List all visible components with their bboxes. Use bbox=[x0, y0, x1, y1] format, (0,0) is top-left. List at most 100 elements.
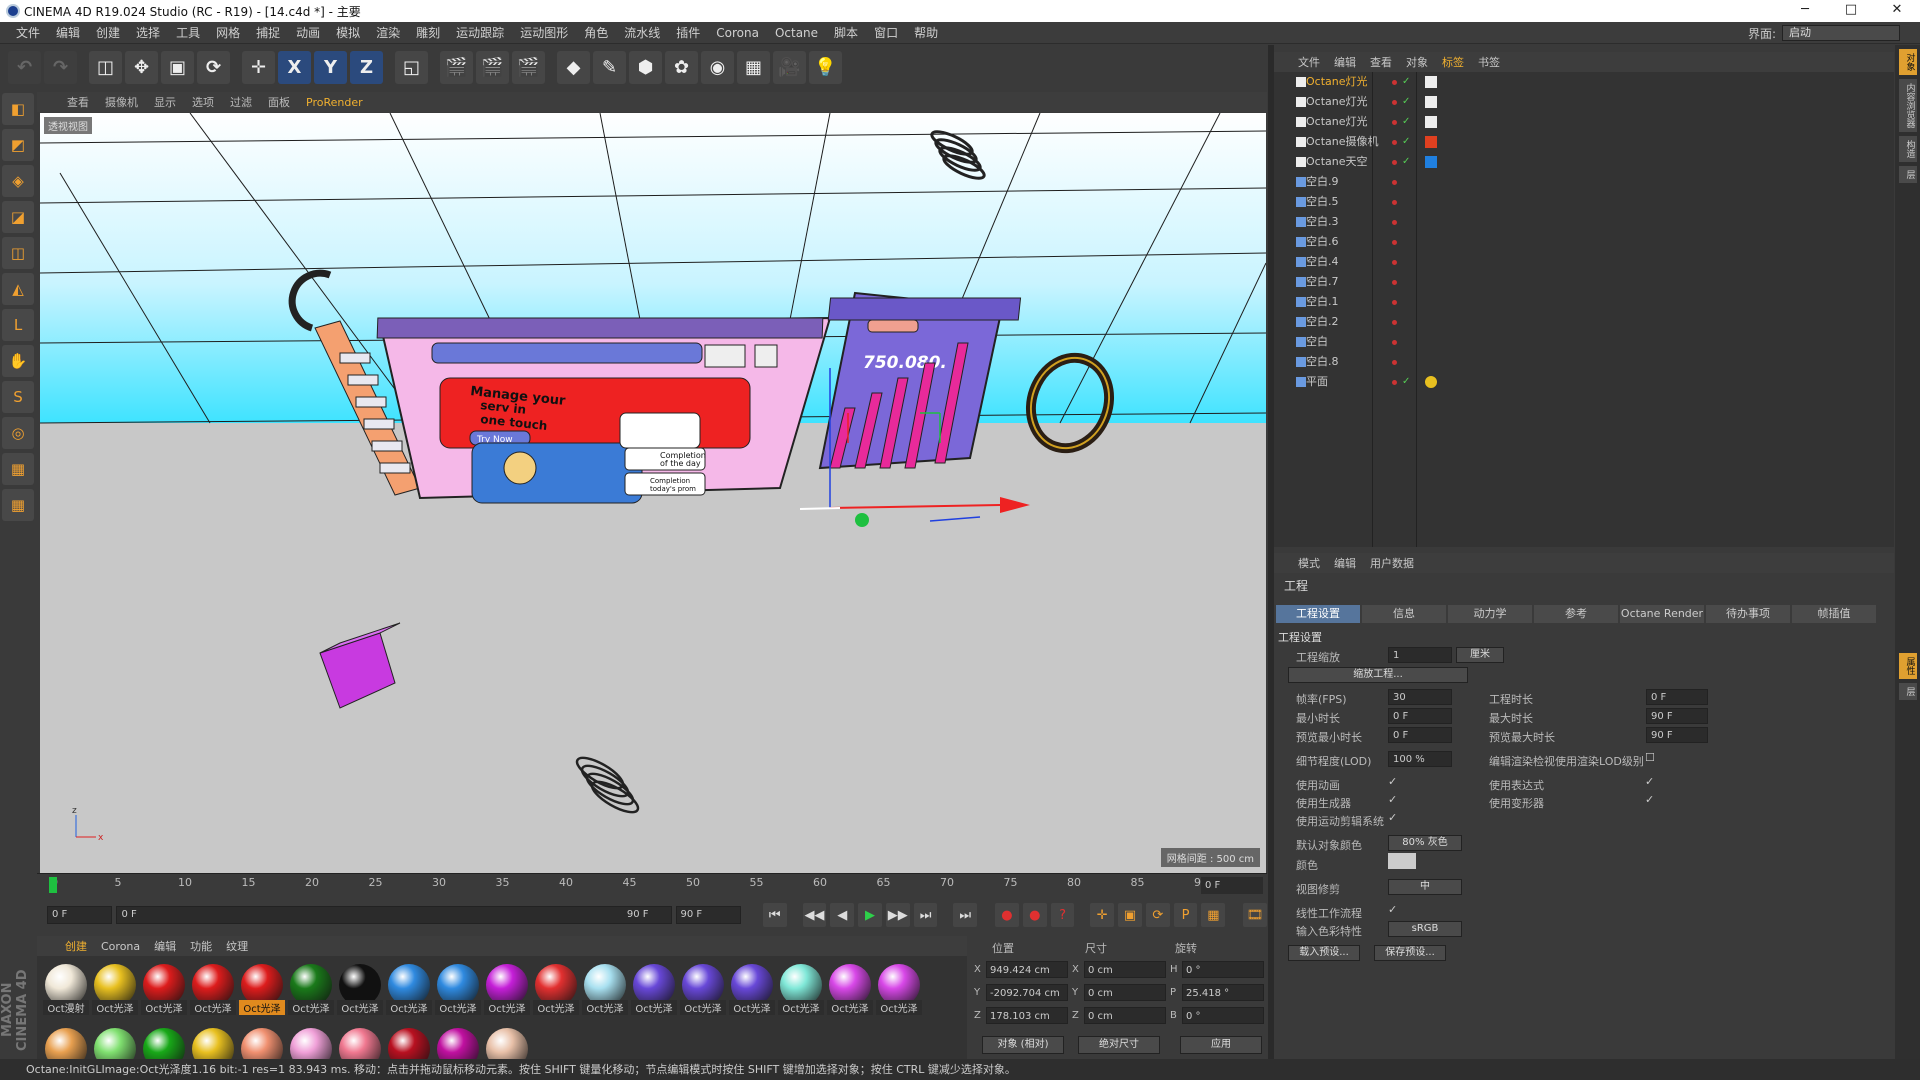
visibility-dot[interactable] bbox=[1392, 220, 1397, 225]
toolbar-button[interactable]: ◫ bbox=[89, 50, 122, 84]
rotation-field[interactable]: 25.418 ° bbox=[1182, 983, 1264, 1001]
playhead[interactable] bbox=[49, 877, 57, 893]
menu-item[interactable]: 运动跟踪 bbox=[448, 22, 512, 44]
material-swatch[interactable]: Oct光泽 bbox=[92, 964, 138, 1015]
size-field[interactable]: 0 cm bbox=[1084, 960, 1166, 978]
visibility-dot[interactable] bbox=[1392, 80, 1397, 85]
material-menu-item[interactable]: Corona bbox=[101, 940, 140, 953]
viewport-menu-item[interactable]: 查看 bbox=[67, 94, 89, 110]
left-tool-button[interactable]: L bbox=[2, 309, 34, 341]
object-menu-item[interactable]: 标签 bbox=[1442, 54, 1464, 70]
apply-button[interactable]: 应用 bbox=[1180, 1036, 1262, 1054]
menu-item[interactable]: 文件 bbox=[8, 22, 48, 44]
attribute-tab[interactable]: 信息 bbox=[1362, 605, 1446, 623]
visibility-dot[interactable] bbox=[1392, 160, 1397, 165]
menu-item[interactable]: 动画 bbox=[288, 22, 328, 44]
attribute-tab[interactable]: 动力学 bbox=[1448, 605, 1532, 623]
toolbar-button[interactable]: 🎥 bbox=[773, 50, 806, 84]
object-row[interactable]: Octane天空 ✓ bbox=[1274, 152, 1894, 172]
key-rotation-button[interactable]: ⟳ bbox=[1145, 903, 1170, 927]
object-row[interactable]: 空白.1 bbox=[1274, 292, 1894, 312]
position-field[interactable]: -2092.704 cm bbox=[986, 983, 1068, 1001]
left-tool-button[interactable]: ◈ bbox=[2, 165, 34, 197]
attribute-tab[interactable]: 待办事项 bbox=[1706, 605, 1790, 623]
visibility-dot[interactable] bbox=[1392, 360, 1397, 365]
attribute-menu-item[interactable]: 编辑 bbox=[1334, 555, 1356, 571]
attribute-menu-item[interactable]: 模式 bbox=[1298, 555, 1320, 571]
material-menu-item[interactable]: 纹理 bbox=[226, 938, 248, 954]
size-field[interactable]: 0 cm bbox=[1084, 983, 1166, 1001]
menu-item[interactable]: 窗口 bbox=[866, 22, 906, 44]
timeline[interactable]: 051015202530354045505560657075808590 0 F bbox=[37, 873, 1267, 897]
attribute-menu-item[interactable]: 用户数据 bbox=[1370, 555, 1414, 571]
material-swatch[interactable]: Oct光泽 bbox=[827, 964, 873, 1015]
toolbar-button[interactable]: 🎬 bbox=[476, 50, 509, 84]
left-tool-button[interactable]: ▦ bbox=[2, 489, 34, 521]
max-time-field[interactable]: 90 F bbox=[1646, 708, 1708, 724]
viewport-menu-item[interactable]: 摄像机 bbox=[105, 94, 138, 110]
material-swatch[interactable]: Oct光泽 bbox=[239, 964, 285, 1015]
object-tag-icon[interactable] bbox=[1424, 95, 1438, 109]
visibility-dot[interactable] bbox=[1392, 140, 1397, 145]
object-row[interactable]: 空白.3 bbox=[1274, 212, 1894, 232]
material-swatch[interactable]: Oct光泽 bbox=[484, 964, 530, 1015]
use-def-checkbox[interactable]: ✓ bbox=[1645, 793, 1654, 806]
material-swatch[interactable]: Oct光泽 bbox=[141, 964, 187, 1015]
viewport[interactable]: Manage your serv in one touch Try Now Co… bbox=[40, 113, 1266, 873]
material-swatch[interactable]: Oct光泽 bbox=[533, 964, 579, 1015]
toolbar-button[interactable]: X bbox=[278, 50, 311, 84]
visibility-dot[interactable] bbox=[1392, 200, 1397, 205]
material-tag-icon[interactable] bbox=[1424, 375, 1438, 389]
use-motion-checkbox[interactable]: ✓ bbox=[1388, 811, 1397, 824]
menu-item[interactable]: 创建 bbox=[88, 22, 128, 44]
left-tool-button[interactable]: ◩ bbox=[2, 129, 34, 161]
enabled-check[interactable]: ✓ bbox=[1402, 152, 1410, 172]
maximize-button[interactable]: □ bbox=[1828, 0, 1874, 22]
toolbar-button[interactable]: 💡 bbox=[809, 50, 842, 84]
next-frame-button[interactable]: ▶▶ bbox=[885, 903, 910, 927]
material-swatch[interactable]: Oct光泽 bbox=[288, 964, 334, 1015]
color-swatch[interactable] bbox=[1388, 853, 1416, 869]
preview-range-slider[interactable]: 0 F 90 F bbox=[116, 906, 672, 924]
left-tool-button[interactable]: ◫ bbox=[2, 237, 34, 269]
material-swatch[interactable]: Oct光泽 bbox=[680, 964, 726, 1015]
object-menu-item[interactable]: 文件 bbox=[1298, 54, 1320, 70]
menu-item[interactable]: 角色 bbox=[576, 22, 616, 44]
use-gen-checkbox[interactable]: ✓ bbox=[1388, 793, 1397, 806]
preview-max-field[interactable]: 90 F bbox=[1646, 727, 1708, 743]
object-row[interactable]: 平面 ✓ bbox=[1274, 372, 1894, 392]
coord-mode-select[interactable]: 对象 (相对) bbox=[982, 1036, 1064, 1054]
left-tool-button[interactable]: ◭ bbox=[2, 273, 34, 305]
key-position-button[interactable]: ✛ bbox=[1090, 903, 1115, 927]
rotation-field[interactable]: 0 ° bbox=[1182, 1006, 1264, 1024]
scale-project-button[interactable]: 缩放工程... bbox=[1288, 667, 1468, 683]
menu-item[interactable]: 网格 bbox=[208, 22, 248, 44]
object-row[interactable]: Octane灯光 ✓ bbox=[1274, 92, 1894, 112]
start-frame-field[interactable]: 0 F bbox=[47, 906, 113, 924]
material-menu-item[interactable]: 编辑 bbox=[154, 938, 176, 954]
enabled-check[interactable]: ✓ bbox=[1402, 112, 1410, 132]
next-key-button[interactable]: ⏭ bbox=[913, 903, 938, 927]
visibility-dot[interactable] bbox=[1392, 320, 1397, 325]
object-row[interactable]: Octane灯光 ✓ bbox=[1274, 72, 1894, 92]
toolbar-button[interactable]: ✎ bbox=[593, 50, 626, 84]
key-pla-button[interactable]: ▦ bbox=[1201, 903, 1226, 927]
menu-item[interactable]: 渲染 bbox=[368, 22, 408, 44]
visibility-dot[interactable] bbox=[1392, 300, 1397, 305]
attribute-tab[interactable]: Octane Render bbox=[1620, 605, 1704, 623]
toolbar-button[interactable]: Y bbox=[314, 50, 347, 84]
object-row[interactable]: 空白.9 bbox=[1274, 172, 1894, 192]
load-preset-button[interactable]: 载入预设... bbox=[1288, 945, 1360, 961]
size-mode-select[interactable]: 绝对尺寸 bbox=[1078, 1036, 1160, 1054]
layout-select[interactable]: 启动 bbox=[1782, 25, 1900, 41]
enabled-check[interactable]: ✓ bbox=[1402, 92, 1410, 112]
rotation-field[interactable]: 0 ° bbox=[1182, 960, 1264, 978]
visibility-dot[interactable] bbox=[1392, 340, 1397, 345]
save-preset-button[interactable]: 保存预设... bbox=[1374, 945, 1446, 961]
toolbar-button[interactable]: 🎬 bbox=[512, 50, 545, 84]
use-anim-checkbox[interactable]: ✓ bbox=[1388, 775, 1397, 788]
visibility-dot[interactable] bbox=[1392, 240, 1397, 245]
menu-item[interactable]: 插件 bbox=[668, 22, 708, 44]
enabled-check[interactable]: ✓ bbox=[1402, 372, 1410, 392]
scale-unit-select[interactable]: 厘米 bbox=[1456, 647, 1504, 663]
